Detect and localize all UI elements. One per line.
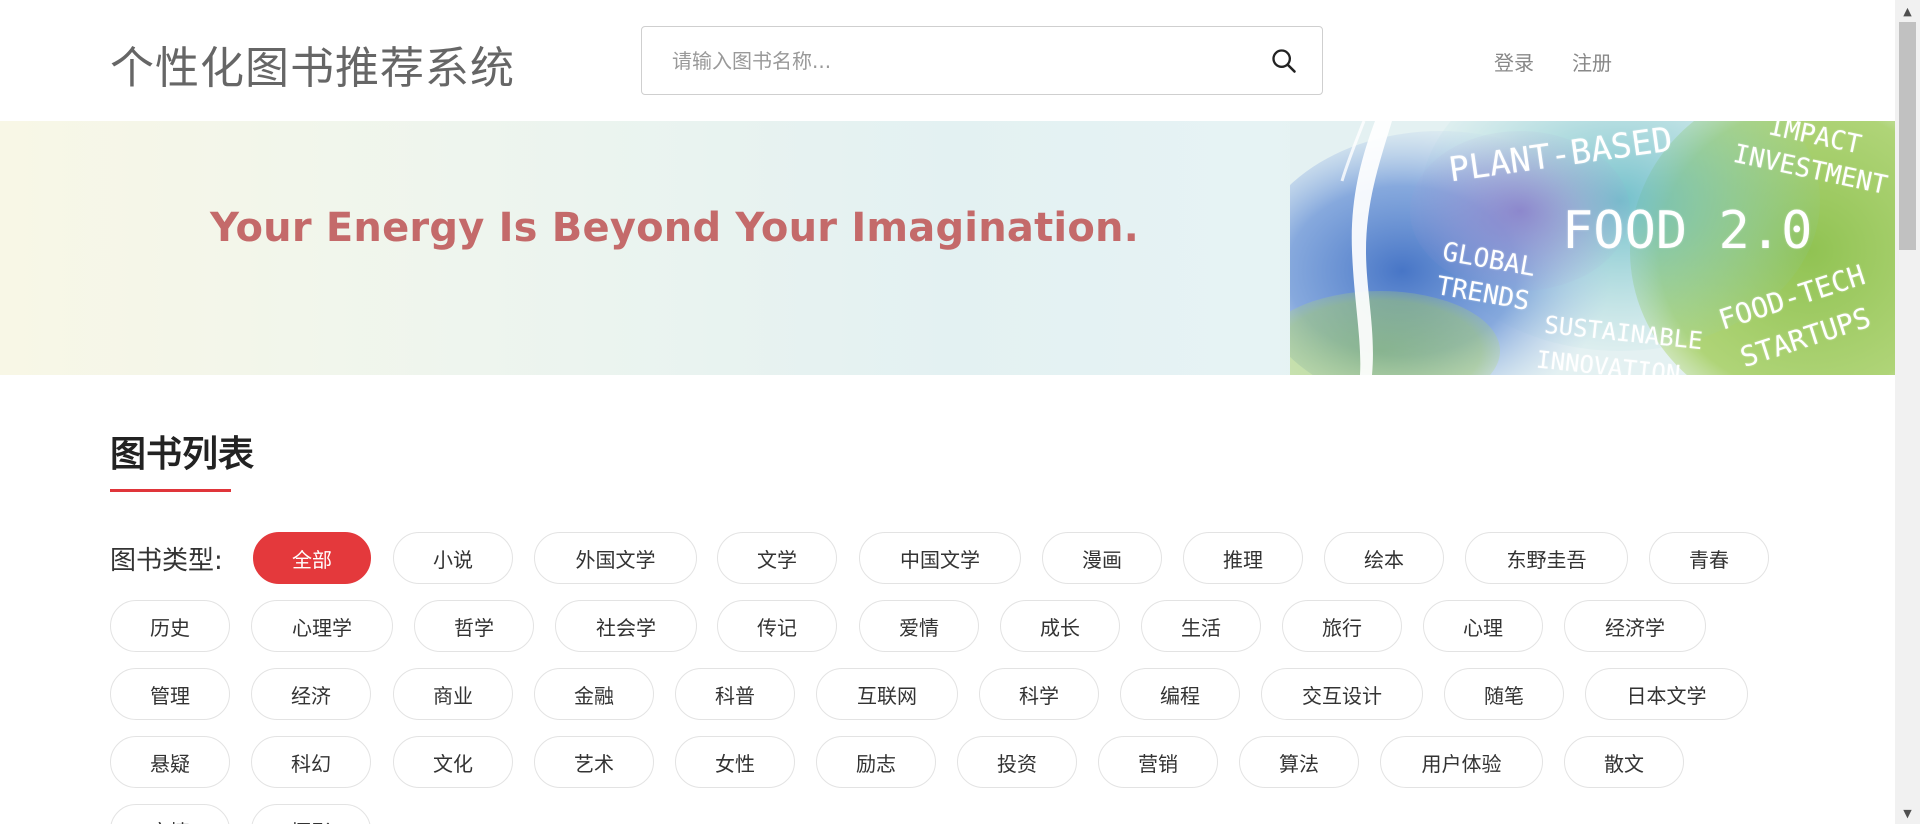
chevron-down-icon[interactable]: ▼ — [1895, 802, 1920, 824]
category-tag[interactable]: 投资 — [957, 736, 1077, 788]
search-input[interactable] — [672, 27, 1232, 94]
category-tag[interactable]: 编程 — [1120, 668, 1240, 720]
category-tag[interactable]: 绘本 — [1324, 532, 1444, 584]
category-tag[interactable]: 励志 — [816, 736, 936, 788]
category-tag[interactable]: 历史 — [110, 600, 230, 652]
category-tag[interactable]: 用户体验 — [1380, 736, 1543, 788]
category-tag[interactable]: 科普 — [675, 668, 795, 720]
category-tag[interactable]: 文情 — [110, 804, 230, 824]
category-tag[interactable]: 小说 — [393, 532, 513, 584]
category-tag[interactable]: 科学 — [979, 668, 1099, 720]
category-tag[interactable]: 日本文学 — [1585, 668, 1748, 720]
search-icon[interactable] — [1270, 47, 1298, 75]
category-tag[interactable]: 经济学 — [1564, 600, 1706, 652]
category-tag[interactable]: 金融 — [534, 668, 654, 720]
scrollbar-thumb[interactable] — [1899, 22, 1916, 250]
category-tag[interactable]: 中国文学 — [859, 532, 1021, 584]
banner[interactable]: Your Energy Is Beyond Your Imagination. — [0, 121, 1895, 375]
category-tag[interactable]: 生活 — [1141, 600, 1261, 652]
category-tag[interactable]: 文学 — [717, 532, 837, 584]
category-tag[interactable]: 爱情 — [859, 600, 979, 652]
category-tag-all[interactable]: 全部 — [253, 532, 371, 584]
banner-word-food: FOOD 2.0 — [1562, 201, 1813, 261]
category-tag[interactable]: 交互设计 — [1261, 668, 1423, 720]
category-tag[interactable]: 外国文学 — [534, 532, 697, 584]
category-tag[interactable]: 营销 — [1098, 736, 1218, 788]
register-link[interactable]: 注册 — [1572, 47, 1612, 76]
category-tag[interactable]: 科幻 — [251, 736, 371, 788]
site-title[interactable]: 个性化图书推荐系统 — [110, 32, 515, 96]
category-tag[interactable]: 摄影 — [251, 804, 371, 824]
banner-slogan: Your Energy Is Beyond Your Imagination. — [210, 205, 1140, 251]
category-tag[interactable]: 哲学 — [414, 600, 534, 652]
category-tag[interactable]: 女性 — [675, 736, 795, 788]
category-tag[interactable]: 艺术 — [534, 736, 654, 788]
category-tag[interactable]: 青春 — [1649, 532, 1769, 584]
category-type-label: 图书类型: — [110, 546, 223, 576]
header: 个性化图书推荐系统 登录 注册 — [0, 0, 1895, 121]
category-tag[interactable]: 散文 — [1564, 736, 1684, 788]
category-tag[interactable]: 传记 — [717, 600, 837, 652]
search-box[interactable] — [641, 26, 1323, 95]
category-tag[interactable]: 旅行 — [1282, 600, 1402, 652]
category-tag[interactable]: 东野圭吾 — [1465, 532, 1628, 584]
chevron-up-icon[interactable]: ▲ — [1895, 0, 1920, 22]
category-tag[interactable]: 互联网 — [816, 668, 958, 720]
section-title: 图书列表 — [110, 434, 255, 475]
category-tag[interactable]: 社会学 — [555, 600, 697, 652]
category-tag[interactable]: 文化 — [393, 736, 513, 788]
category-tag[interactable]: 成长 — [1000, 600, 1120, 652]
category-tag[interactable]: 管理 — [110, 668, 230, 720]
category-tag[interactable]: 推理 — [1183, 532, 1303, 584]
section-title-underline — [110, 489, 231, 492]
category-tag[interactable]: 漫画 — [1042, 532, 1162, 584]
category-tag[interactable]: 悬疑 — [110, 736, 230, 788]
category-tag[interactable]: 心理 — [1423, 600, 1543, 652]
login-link[interactable]: 登录 — [1494, 47, 1534, 76]
category-tag[interactable]: 经济 — [251, 668, 371, 720]
page-scrollbar[interactable]: ▲ ▼ — [1895, 0, 1920, 824]
category-tag[interactable]: 心理学 — [251, 600, 393, 652]
category-tag[interactable]: 商业 — [393, 668, 513, 720]
category-tag[interactable]: 算法 — [1239, 736, 1359, 788]
category-tag[interactable]: 随笔 — [1444, 668, 1564, 720]
